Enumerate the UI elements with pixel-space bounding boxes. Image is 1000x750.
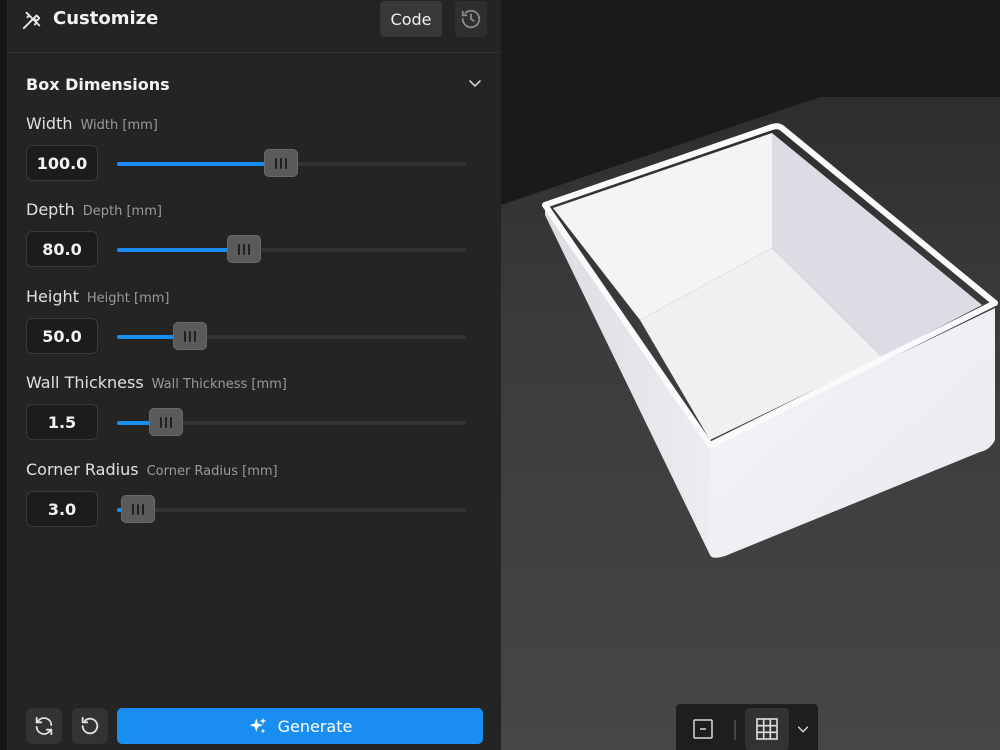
width-label-text: Width: [26, 114, 73, 133]
height-sublabel: Height [mm]: [86, 291, 170, 306]
toolbar-divider: [734, 720, 736, 740]
width-sublabel: Width [mm]: [80, 118, 158, 133]
history-button[interactable]: [455, 1, 487, 37]
customize-panel: Customize Code Box Dimensions Width Width…: [7, 0, 501, 750]
corner-radius-label-text: Corner Radius: [26, 460, 139, 479]
reset-button[interactable]: [72, 708, 108, 744]
3d-viewport[interactable]: [501, 0, 1000, 750]
height-label: Height Height [mm]: [26, 287, 169, 306]
wall-thickness-slider[interactable]: [117, 408, 466, 436]
wall-thickness-label-text: Wall Thickness: [26, 373, 144, 392]
depth-slider-thumb[interactable]: [227, 235, 262, 263]
corner-radius-slider[interactable]: [117, 495, 466, 523]
grid-toggle-button[interactable]: [745, 708, 789, 750]
width-value-input[interactable]: 100.0: [26, 145, 98, 181]
refresh-icon: [35, 716, 53, 736]
sparkles-icon: [249, 717, 266, 734]
refresh-button[interactable]: [26, 708, 62, 744]
panel-header: Customize Code: [7, 0, 501, 53]
depth-sublabel: Depth [mm]: [82, 204, 162, 219]
height-value-input[interactable]: 50.0: [26, 318, 98, 354]
height-slider-thumb[interactable]: [173, 322, 208, 350]
corner-radius-slider-thumb[interactable]: [120, 495, 155, 523]
corner-radius-sublabel: Corner Radius [mm]: [146, 464, 278, 479]
viewport-toolbar: [676, 704, 818, 750]
grid-menu-button[interactable]: [794, 720, 812, 738]
corner-radius-value-input[interactable]: 3.0: [26, 491, 98, 527]
depth-label: Depth Depth [mm]: [26, 200, 162, 219]
grid-icon: [756, 718, 778, 740]
scene-render: [501, 97, 1000, 750]
width-slider[interactable]: [117, 149, 466, 177]
chevron-down-icon: [797, 726, 809, 733]
history-icon: [461, 9, 481, 29]
wall-thickness-slider-thumb[interactable]: [148, 408, 183, 436]
wall-thickness-label: Wall Thickness Wall Thickness [mm]: [26, 373, 287, 392]
height-slider[interactable]: [117, 322, 466, 350]
wall-thickness-value-input[interactable]: 1.5: [26, 404, 98, 440]
generate-label: Generate: [277, 716, 353, 736]
depth-label-text: Depth: [26, 200, 75, 219]
wall-thickness-sublabel: Wall Thickness [mm]: [151, 377, 287, 392]
corner-radius-label: Corner Radius Corner Radius [mm]: [26, 460, 278, 479]
generate-button[interactable]: Generate: [117, 708, 483, 744]
width-slider-fill: [117, 162, 282, 166]
width-label: Width Width [mm]: [26, 114, 158, 133]
depth-slider[interactable]: [117, 235, 466, 263]
depth-slider-fill: [117, 248, 245, 252]
left-edge: [0, 0, 7, 750]
height-label-text: Height: [26, 287, 79, 306]
section-title: Box Dimensions: [26, 75, 170, 94]
depth-value-input[interactable]: 80.0: [26, 231, 98, 267]
orthographic-view-icon: [693, 719, 713, 739]
chevron-down-icon[interactable]: [467, 75, 483, 91]
pencil-ruler-icon: [22, 11, 41, 30]
undo-icon: [81, 716, 99, 735]
panel-title: Customize: [53, 8, 159, 29]
camera-view-button[interactable]: [686, 712, 720, 746]
width-slider-thumb[interactable]: [264, 149, 299, 177]
code-button[interactable]: Code: [380, 1, 442, 37]
